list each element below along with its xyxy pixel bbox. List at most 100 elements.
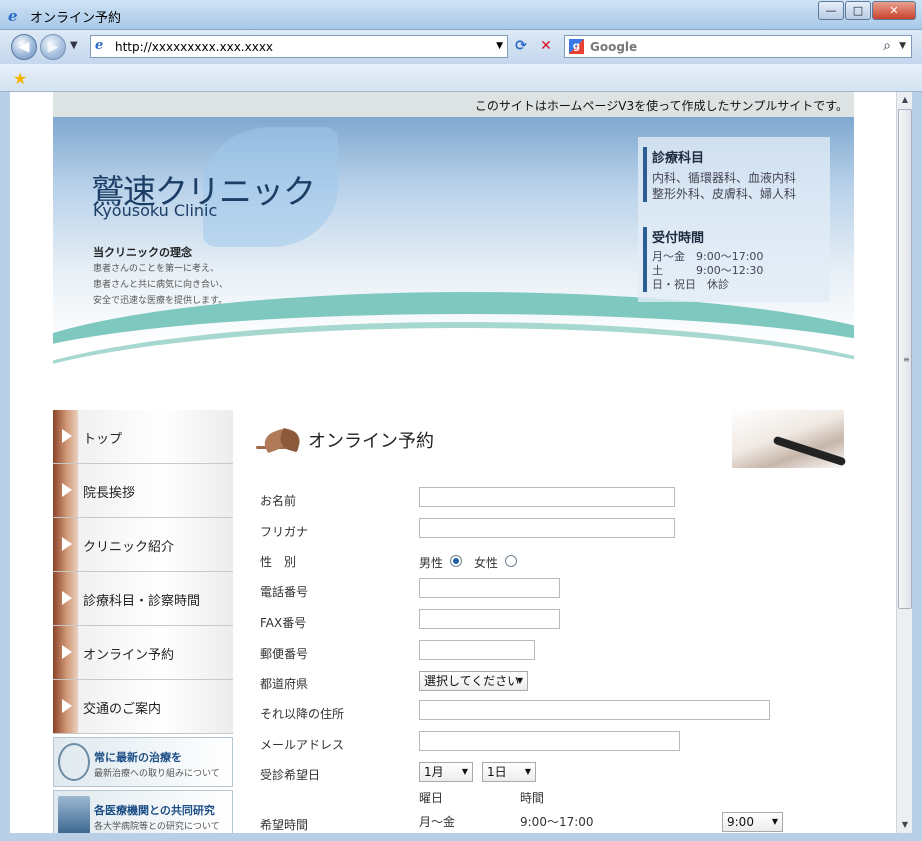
prefecture-select-value: 選択してください bbox=[424, 674, 520, 688]
time-select[interactable]: 9:00 ▼ bbox=[722, 812, 783, 832]
window-title: オンライン予約 bbox=[30, 11, 122, 26]
sidebar-item-greeting[interactable]: 院長挨拶 bbox=[53, 464, 233, 518]
close-window-button[interactable]: ✕ bbox=[872, 1, 916, 20]
browser-navbar: ◀ ▶ ▼ e http://xxxxxxxxx.xxx.xxxx ▼ ⟳ ✕ … bbox=[0, 30, 922, 64]
minimize-button[interactable]: — bbox=[818, 1, 844, 20]
chevron-down-icon: ▼ bbox=[524, 767, 531, 776]
sidebar-item-top[interactable]: トップ bbox=[53, 410, 233, 464]
time-label: 希望時間 bbox=[260, 818, 309, 832]
scroll-down-icon[interactable]: ▼ bbox=[897, 817, 913, 833]
philosophy-line: 患者さんのことを第一に考え、 bbox=[93, 264, 220, 274]
arrow-right-icon bbox=[62, 537, 72, 551]
maximize-button[interactable]: □ bbox=[845, 1, 871, 20]
sidebar-item-label: トップ bbox=[83, 432, 123, 447]
search-icon[interactable]: ⌕ bbox=[883, 38, 891, 54]
fax-label: FAX番号 bbox=[260, 616, 307, 630]
month-select-value: 1月 bbox=[424, 765, 444, 779]
furigana-input[interactable] bbox=[419, 518, 675, 538]
form-row-address: それ以降の住所 bbox=[244, 699, 844, 729]
day-select[interactable]: 1日 ▼ bbox=[482, 762, 536, 782]
sidebar-item-about[interactable]: クリニック紹介 bbox=[53, 518, 233, 572]
favorites-star-icon[interactable]: ★ bbox=[13, 69, 27, 88]
chevron-down-icon: ▼ bbox=[461, 767, 468, 776]
departments-title: 診療科目 bbox=[652, 151, 705, 166]
window-left-border bbox=[0, 92, 10, 833]
chevron-down-icon: ▼ bbox=[516, 676, 523, 685]
sidebar-item-reservation[interactable]: オンライン予約 bbox=[53, 626, 233, 680]
sidebar-item-label: クリニック紹介 bbox=[83, 540, 175, 555]
philosophy-text: 患者さんのことを第一に考え、 患者さんと共に病気に向き合い、 安全で迅速な医療を… bbox=[93, 261, 228, 309]
philosophy-line: 患者さんと共に病気に向き合い、 bbox=[93, 280, 229, 290]
form-row-email: メールアドレス bbox=[244, 730, 844, 760]
sidebar-item-access[interactable]: 交通のご案内 bbox=[53, 680, 233, 734]
zip-input[interactable] bbox=[419, 640, 535, 660]
forward-arrow-icon: ▶ bbox=[47, 39, 59, 55]
stop-button[interactable]: ✕ bbox=[535, 36, 557, 57]
site-notice-bar: このサイトはホームページV3を使って作成したサンプルサイトです。 bbox=[53, 92, 854, 117]
form-row-name: お名前 bbox=[244, 486, 844, 516]
banner-title: 各医療機関との共同研究 bbox=[94, 804, 215, 817]
hours-line: 月～金 9:00～17:00 bbox=[652, 250, 764, 263]
departments-line: 内科、循環器科、血液内科 bbox=[652, 171, 797, 185]
stethoscope-icon bbox=[58, 743, 90, 781]
time-range: 9:00～17:00 bbox=[520, 815, 594, 829]
sidebar-item-label: 院長挨拶 bbox=[83, 486, 136, 501]
favorites-bar: ★ bbox=[0, 64, 922, 92]
address-dropdown-icon[interactable]: ▼ bbox=[496, 41, 503, 51]
gender-male-radio[interactable] bbox=[450, 555, 462, 567]
banner-latest-treatment[interactable]: 常に最新の治療を 最新治療への取り組みについて bbox=[53, 737, 233, 787]
banner-subtitle: 最新治療への取り組みについて bbox=[94, 769, 220, 779]
month-select[interactable]: 1月 ▼ bbox=[419, 762, 473, 782]
name-input[interactable] bbox=[419, 487, 675, 507]
search-placeholder: Google bbox=[590, 40, 638, 54]
forward-button[interactable]: ▶ bbox=[40, 34, 66, 60]
window-bottom-border bbox=[0, 833, 922, 841]
scroll-up-icon[interactable]: ▲ bbox=[897, 92, 913, 108]
time-weekday: 月～金 bbox=[419, 815, 456, 829]
history-dropdown-icon[interactable]: ▼ bbox=[70, 40, 78, 51]
page-title: オンライン予約 bbox=[308, 431, 434, 452]
banner-title: 常に最新の治療を bbox=[94, 751, 182, 764]
refresh-button[interactable]: ⟳ bbox=[510, 36, 532, 57]
banner-joint-research[interactable]: 各医療機関との共同研究 各大学病院等との研究について bbox=[53, 790, 233, 833]
day-select-value: 1日 bbox=[487, 765, 507, 779]
address-input[interactable] bbox=[419, 700, 770, 720]
phone-label: 電話番号 bbox=[260, 585, 309, 599]
site-logo-en[interactable]: Kyousoku Clinic bbox=[93, 201, 217, 220]
vertical-scrollbar[interactable]: ▲ ≡ ▼ bbox=[896, 92, 912, 833]
ie-logo-icon: e bbox=[8, 7, 18, 25]
form-row-gender: 性 別 男性 女性 bbox=[244, 547, 844, 577]
search-dropdown-icon[interactable]: ▼ bbox=[899, 41, 906, 51]
window-right-border bbox=[912, 92, 922, 833]
back-arrow-icon: ◀ bbox=[18, 39, 30, 55]
form-row-phone: 電話番号 bbox=[244, 577, 844, 607]
hours-line: 日・祝日 休診 bbox=[652, 278, 729, 291]
name-label: お名前 bbox=[260, 494, 297, 508]
philosophy-line: 安全で迅速な医療を提供します。 bbox=[93, 296, 228, 306]
gender-label: 性 別 bbox=[260, 555, 297, 569]
page-viewport: このサイトはホームページV3を使って作成したサンプルサイトです。 鷲速クリニック… bbox=[10, 92, 896, 833]
page-icon: e bbox=[95, 38, 104, 53]
search-box[interactable]: g Google ⌕ ▼ bbox=[564, 35, 912, 58]
building-icon bbox=[58, 796, 90, 833]
scroll-thumb[interactable]: ≡ bbox=[898, 109, 912, 609]
sidebar-item-departments[interactable]: 診療科目・診察時間 bbox=[53, 572, 233, 626]
sidebar-item-label: 交通のご案内 bbox=[83, 702, 162, 717]
prefecture-select[interactable]: 選択してください ▼ bbox=[419, 671, 528, 691]
fax-input[interactable] bbox=[419, 609, 560, 629]
gender-male-label: 男性 bbox=[419, 556, 444, 570]
chevron-down-icon: ▼ bbox=[771, 817, 778, 826]
back-button[interactable]: ◀ bbox=[11, 34, 37, 60]
phone-input[interactable] bbox=[419, 578, 560, 598]
form-row-time: 希望時間 月～金 9:00～17:00 9:00 ▼ bbox=[244, 810, 844, 833]
refresh-icon: ⟳ bbox=[515, 38, 527, 54]
arrow-right-icon bbox=[62, 699, 72, 713]
email-input[interactable] bbox=[419, 731, 680, 751]
departments-line: 整形外科、皮膚科、婦人科 bbox=[652, 187, 797, 201]
address-bar[interactable]: e http://xxxxxxxxx.xxx.xxxx ▼ bbox=[90, 35, 508, 58]
sidebar-item-label: オンライン予約 bbox=[83, 648, 175, 663]
gender-female-radio[interactable] bbox=[505, 555, 517, 567]
stop-icon: ✕ bbox=[540, 38, 552, 54]
form-row-furigana: フリガナ bbox=[244, 517, 844, 547]
departments-section: 診療科目 内科、循環器科、血液内科 整形外科、皮膚科、婦人科 bbox=[643, 147, 796, 202]
